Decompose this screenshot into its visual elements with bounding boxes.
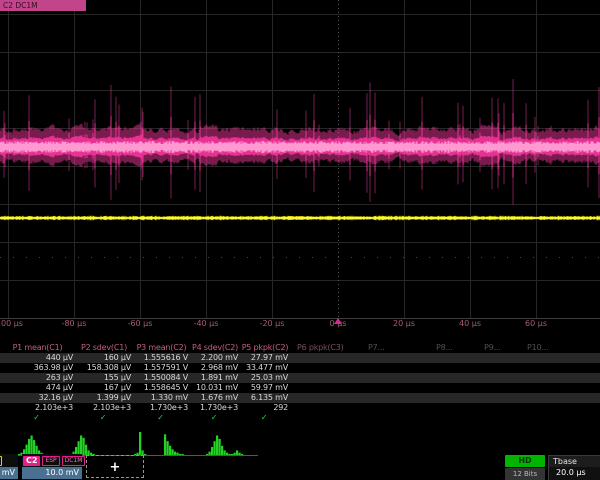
status-check-icon: ✓ [190, 413, 240, 423]
measure-value: 27.97 mV [240, 353, 290, 363]
plus-icon: + [110, 460, 121, 475]
c1-scale-value: 10.0 mV [0, 467, 18, 479]
channel-descriptor-c2[interactable]: C2 ESP DC1M 10.0 mV [22, 454, 82, 480]
measure-value: 160 µV [75, 353, 133, 363]
time-axis-label: -20 µs [260, 319, 285, 328]
waveform-grid [0, 0, 600, 336]
descriptor-bar: C1 DC1M 10.0 mV C2 ESP DC1M 10.0 mV + HD… [0, 452, 600, 480]
measure-value: 292 [240, 403, 290, 413]
measure-value: 10.031 mV [190, 383, 240, 393]
status-check-icon: ✓ [75, 413, 133, 423]
c2-coupling-badge: DC1M [62, 456, 86, 466]
measure-value: 1.730e+3 [133, 403, 190, 413]
param-header-p9[interactable]: P9... [484, 343, 501, 353]
measure-value: 474 µV [0, 383, 75, 393]
time-axis: -100 µs-80 µs-60 µs-40 µs-20 µs0 µs20 µs… [0, 319, 600, 332]
c1-coupling-badge: DC1M [0, 456, 2, 466]
param-header-p2[interactable]: P2 sdev(C1) [75, 343, 133, 353]
measure-stat-row: 32.16 µV1.399 µV1.330 mV1.676 mV6.135 mV [0, 393, 600, 403]
time-axis-label: -40 µs [194, 319, 219, 328]
measure-stat-row: 2.103e+32.103e+31.730e+31.730e+3292 [0, 403, 600, 413]
measure-value: 2.103e+3 [75, 403, 133, 413]
measure-value: 1.555616 V [133, 353, 190, 363]
measure-stat-row: 263 µV155 µV1.550084 V1.891 mV25.03 mV [0, 373, 600, 383]
measure-value: 6.135 mV [240, 393, 290, 403]
param-header-p4[interactable]: P4 sdev(C2) [190, 343, 240, 353]
measure-value: 25.03 mV [240, 373, 290, 383]
measure-header-row: P1 mean(C1)P2 sdev(C1)P3 mean(C2)P4 sdev… [0, 343, 600, 353]
hd-mode-badge[interactable]: HD [505, 455, 545, 467]
measure-stat-row: 440 µV160 µV1.555616 V2.200 mV27.97 mV [0, 353, 600, 363]
measure-value: 2.968 mV [190, 363, 240, 373]
param-header-p10[interactable]: P10... [527, 343, 548, 353]
c1-trace[interactable] [0, 216, 600, 221]
measure-stat-row: 474 µV167 µV1.558645 V10.031 mV59.97 mV [0, 383, 600, 393]
measure-value: 1.550084 V [133, 373, 190, 383]
measure-value: 1.730e+3 [190, 403, 240, 413]
measure-value: 363.98 µV [0, 363, 75, 373]
oscilloscope-screen: C2 DC1M -100 µs-80 µs-60 µs-40 µs-20 µs0… [0, 0, 600, 480]
tbase-label: Tbase [549, 456, 600, 467]
measure-value: 2.103e+3 [0, 403, 75, 413]
measure-value: 2.200 mV [190, 353, 240, 363]
param-header-p7[interactable]: P7... [368, 343, 385, 353]
add-trace-button[interactable]: + [86, 455, 144, 478]
status-check-icon: ✓ [240, 413, 290, 423]
c2-channel-badge: C2 [23, 456, 40, 466]
measure-value: 158.308 µV [75, 363, 133, 373]
measure-value: 32.16 µV [0, 393, 75, 403]
tbase-value: 20.0 µs [549, 467, 600, 479]
measure-value: 1.557591 V [133, 363, 190, 373]
timebase-descriptor[interactable]: Tbase 20.0 µs [548, 455, 600, 480]
param-header-p1[interactable]: P1 mean(C1) [0, 343, 75, 353]
measure-value: 33.477 mV [240, 363, 290, 373]
measurement-table: P1 mean(C1)P2 sdev(C1)P3 mean(C2)P4 sdev… [0, 343, 600, 423]
c2-trace[interactable] [0, 79, 600, 205]
channel-descriptor-c1[interactable]: C1 DC1M 10.0 mV [0, 454, 18, 480]
trace-annotation-label: C2 DC1M [0, 0, 86, 11]
measure-status-row: ✓✓✓✓✓ [0, 413, 600, 423]
status-check-icon: ✓ [0, 413, 75, 423]
c2-scale-value: 10.0 mV [22, 467, 82, 479]
trigger-position-marker-icon[interactable] [334, 318, 342, 324]
status-check-icon: ✓ [133, 413, 190, 423]
time-axis-label: 20 µs [393, 319, 415, 328]
time-axis-label: -60 µs [128, 319, 153, 328]
measure-value: 1.891 mV [190, 373, 240, 383]
measure-value: 155 µV [75, 373, 133, 383]
time-axis-label: -100 µs [0, 319, 23, 328]
measure-value: 1.558645 V [133, 383, 190, 393]
time-axis-label: 60 µs [525, 319, 547, 328]
measure-value: 1.330 mV [133, 393, 190, 403]
param-header-p6[interactable]: P6 pkpk(C3) [297, 343, 344, 353]
measure-value: 263 µV [0, 373, 75, 383]
measure-stat-row: 363.98 µV158.308 µV1.557591 V2.968 mV33.… [0, 363, 600, 373]
param-header-p5[interactable]: P5 pkpk(C2) [240, 343, 290, 353]
resolution-bits-label: 12 Bits [505, 468, 545, 480]
param-header-p8[interactable]: P8... [436, 343, 453, 353]
measure-value: 1.676 mV [190, 393, 240, 403]
time-axis-label: 40 µs [459, 319, 481, 328]
measure-value: 1.399 µV [75, 393, 133, 403]
param-header-p3[interactable]: P3 mean(C2) [133, 343, 190, 353]
time-axis-label: -80 µs [62, 319, 87, 328]
c2-esp-badge: ESP [42, 456, 59, 466]
measure-value: 440 µV [0, 353, 75, 363]
measure-value: 59.97 mV [240, 383, 290, 393]
measure-value: 167 µV [75, 383, 133, 393]
